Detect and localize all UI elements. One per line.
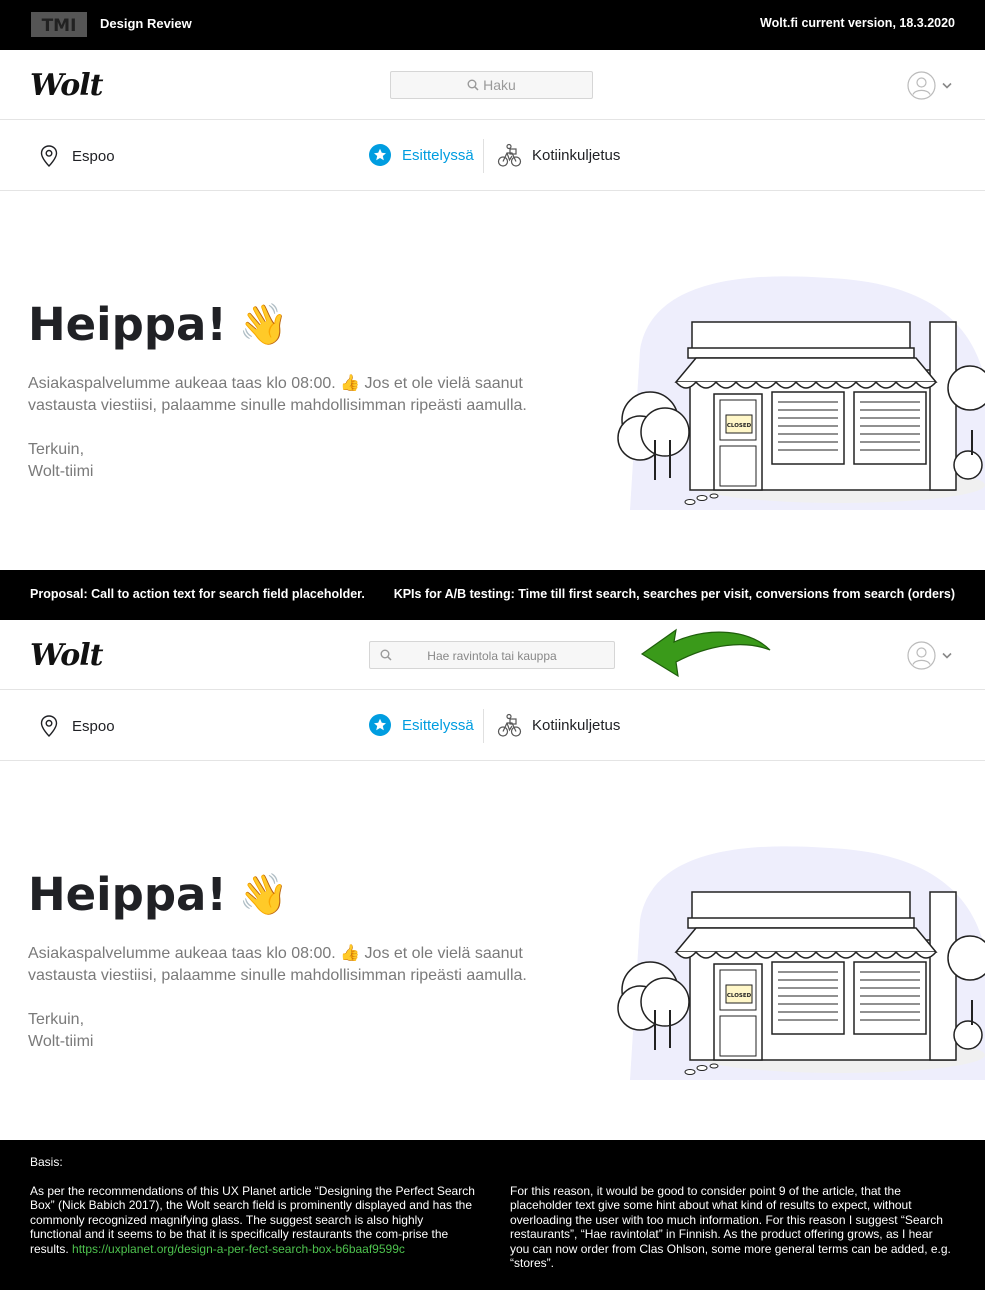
hero-title-proposal: Heippa! 👋 <box>28 868 289 921</box>
wave-emoji: 👋 <box>238 872 289 918</box>
basis-heading: Basis: <box>30 1155 63 1169</box>
green-arrow-icon <box>640 628 771 678</box>
chevron-down-icon <box>942 652 952 659</box>
courier-bike-icon <box>497 143 522 167</box>
location-pin-icon <box>40 145 58 167</box>
signature-greeting-current: Terkuin, <box>28 441 85 458</box>
location-selector[interactable]: Espoo <box>38 714 115 738</box>
location-selector[interactable]: Espoo <box>38 144 115 168</box>
hero-message-current: Asiakaspalvelumme aukeaa taas klo 08:00.… <box>28 375 527 414</box>
profile-menu[interactable] <box>907 71 952 100</box>
hero-title-text: Heippa! <box>28 868 227 921</box>
search-input[interactable]: Haku <box>390 71 593 99</box>
location-pin-icon <box>40 715 58 737</box>
tab-delivery[interactable]: Kotiinkuljetus <box>497 713 620 738</box>
search-input[interactable]: Hae ravintola tai kauppa <box>369 641 615 669</box>
user-avatar-icon <box>907 641 936 670</box>
rationale-footer: Basis: As per the recommendations of thi… <box>0 1140 985 1290</box>
magnifier-icon <box>467 79 479 91</box>
location-label: Espoo <box>72 717 115 735</box>
wolt-logo[interactable]: Wolt <box>30 638 104 673</box>
design-review-bar: TMI Design Review Wolt.fi current versio… <box>0 0 985 50</box>
proposal-bar: Proposal: Call to action text for search… <box>0 570 985 620</box>
star-badge-icon <box>369 714 391 736</box>
proposal-title: Proposal: Call to action text for search… <box>30 587 365 601</box>
site-header-proposal: Wolt Hae ravintola tai kauppa <box>0 620 985 690</box>
nav-bar-proposal: Espoo Esittelyssä Kotiinkuljetus <box>0 691 985 761</box>
nav-divider <box>483 139 484 173</box>
search-placeholder: Hae ravintola tai kauppa <box>427 649 557 663</box>
star-badge-icon <box>369 144 391 166</box>
closed-store-illustration: CLOSED <box>610 270 985 510</box>
tab-featured[interactable]: Esittelyssä <box>369 714 474 736</box>
tmi-logo: TMI <box>31 12 87 37</box>
version-label: Wolt.fi current version, 18.3.2020 <box>760 16 955 30</box>
hero-message-proposal: Asiakaspalvelumme aukeaa taas klo 08:00.… <box>28 945 527 984</box>
rationale-column-2: For this reason, it would be good to con… <box>510 1184 951 1271</box>
user-avatar-icon <box>907 71 936 100</box>
hero-title-text: Heippa! <box>28 298 227 351</box>
wave-emoji: 👋 <box>238 302 289 348</box>
tab-featured-label: Esittelyssä <box>402 716 474 734</box>
kpi-label: KPIs for A/B testing: Time till first se… <box>393 587 955 601</box>
site-header-current: Wolt Haku <box>0 50 985 120</box>
wolt-logo[interactable]: Wolt <box>30 68 104 103</box>
tab-delivery-label: Kotiinkuljetus <box>532 147 621 164</box>
tab-featured-label: Esittelyssä <box>402 146 474 164</box>
profile-menu[interactable] <box>907 641 952 670</box>
search-placeholder: Haku <box>483 77 516 93</box>
nav-bar-current: Espoo Esittelyssä Kotiinkuljetus <box>0 121 985 191</box>
rationale-column-1: As per the recommendations of this UX Pl… <box>30 1184 475 1256</box>
tmi-logo-text: TMI <box>42 16 77 36</box>
closed-store-illustration: CLOSED <box>610 840 985 1080</box>
courier-bike-icon <box>497 713 522 737</box>
article-link[interactable]: https://uxplanet.org/design-a-per-fect-s… <box>72 1242 405 1256</box>
hero-title-current: Heippa! 👋 <box>28 298 289 351</box>
tab-delivery-label: Kotiinkuljetus <box>532 717 621 734</box>
location-label: Espoo <box>72 147 115 165</box>
review-title: Design Review <box>100 16 192 31</box>
chevron-down-icon <box>942 82 952 89</box>
signature-greeting-proposal: Terkuin, <box>28 1011 85 1028</box>
signature-team-proposal: Wolt-tiimi <box>28 1033 94 1050</box>
nav-divider <box>483 709 484 743</box>
tab-featured[interactable]: Esittelyssä <box>369 144 474 166</box>
signature-team-current: Wolt-tiimi <box>28 463 94 480</box>
closed-sign-text: CLOSED <box>727 423 752 429</box>
tab-delivery[interactable]: Kotiinkuljetus <box>497 143 620 168</box>
closed-sign-text: CLOSED <box>727 993 752 999</box>
